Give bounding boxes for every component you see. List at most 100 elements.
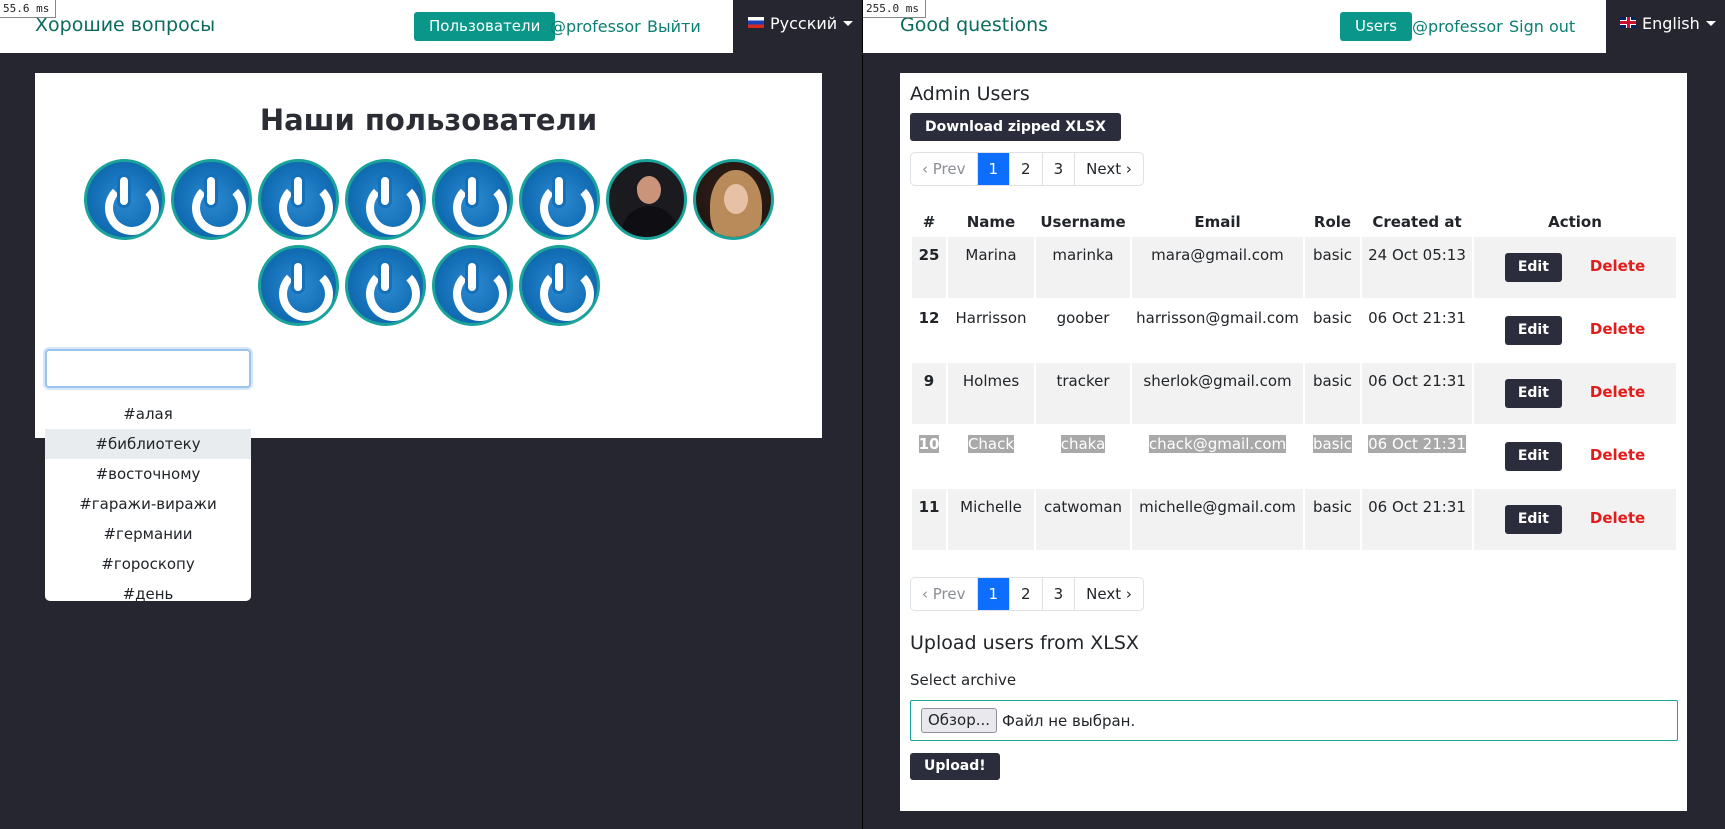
suggestion-item[interactable]: #день <box>45 579 251 601</box>
cell-created: 24 Oct 05:13 <box>1362 237 1472 298</box>
selected-text: 06 Oct 21:31 <box>1368 435 1466 453</box>
cell-action: Edit Delete <box>1474 300 1676 361</box>
selected-text: Chack <box>967 435 1015 453</box>
col-header-created: Created at <box>1372 213 1462 231</box>
avatar-power-icon[interactable] <box>257 245 339 326</box>
edit-button[interactable]: Edit <box>1504 379 1562 408</box>
nav-users-button[interactable]: Пользователи <box>414 12 556 41</box>
suggestion-item[interactable]: #германии <box>45 519 251 549</box>
pager-page-1[interactable]: 1 <box>977 153 1011 185</box>
pager-next[interactable]: Next › <box>1075 153 1143 185</box>
pager-page-3[interactable]: 3 <box>1043 578 1076 610</box>
language-dropdown[interactable]: Русский <box>733 0 862 53</box>
cell-username: tracker <box>1036 363 1130 424</box>
table-header-row: # Name Username Email Role Created at Ac… <box>912 209 1676 235</box>
pager-page-2[interactable]: 2 <box>1010 578 1043 610</box>
navbar: Good questions Users @professor Sign out… <box>863 0 1725 53</box>
delete-link[interactable]: Delete <box>1590 257 1645 275</box>
cell-email: michelle@gmail.com <box>1132 489 1303 550</box>
nav-logout-link[interactable]: Выйти <box>647 17 701 36</box>
avatar-photo-woman[interactable] <box>692 159 774 240</box>
cell-action: Edit Delete <box>1474 426 1676 487</box>
cell-role: basic <box>1305 489 1360 550</box>
table-row: 9 Holmes tracker sherlok@gmail.com basic… <box>912 363 1676 424</box>
col-header-action: Action <box>1548 213 1602 231</box>
nav-users-button[interactable]: Users <box>1340 12 1413 41</box>
caret-down-icon <box>843 21 854 26</box>
upload-title: Upload users from XLSX <box>910 632 1139 654</box>
edit-button[interactable]: Edit <box>1504 316 1562 345</box>
suggestion-item[interactable]: #алая <box>45 399 251 429</box>
navbar: Хорошие вопросы Пользователи @professor … <box>0 0 862 53</box>
tag-suggestions-dropdown: #алая #библиотеку #восточному #гаражи-ви… <box>45 399 251 601</box>
edit-button[interactable]: Edit <box>1504 442 1562 471</box>
pager-prev[interactable]: ‹ Prev <box>911 153 978 185</box>
upload-button[interactable]: Upload! <box>910 753 1000 780</box>
avatar-power-icon[interactable] <box>170 159 252 240</box>
pagination-top: ‹ Prev 1 2 3 Next › <box>910 152 1144 186</box>
pager-page-1[interactable]: 1 <box>977 578 1011 610</box>
avatar-photo-man[interactable] <box>605 159 687 240</box>
delete-link[interactable]: Delete <box>1590 509 1645 527</box>
brand-link[interactable]: Хорошие вопросы <box>35 14 215 36</box>
nav-profile-link[interactable]: @professor <box>1412 17 1503 36</box>
avatar-power-icon[interactable] <box>344 159 426 240</box>
browse-button[interactable]: Обзор... <box>921 708 998 733</box>
tag-search-input[interactable] <box>45 349 251 388</box>
avatar-power-icon[interactable] <box>257 159 339 240</box>
selected-text: basic <box>1313 435 1352 453</box>
table-row: 12 Harrisson goober harrisson@gmail.com … <box>912 300 1676 361</box>
edit-button[interactable]: Edit <box>1504 505 1562 534</box>
avatar-power-icon[interactable] <box>518 245 600 326</box>
cell-id: 11 <box>912 489 946 550</box>
file-status-text: Файл не выбран. <box>1002 712 1136 730</box>
col-header-id: # <box>922 213 936 231</box>
right-browser-pane: 255.0 ms Good questions Users @professor… <box>863 0 1725 829</box>
delete-link[interactable]: Delete <box>1590 446 1645 464</box>
admin-users-title: Admin Users <box>910 83 1030 105</box>
nav-logout-link[interactable]: Sign out <box>1509 17 1575 36</box>
col-header-email: Email <box>1194 213 1241 231</box>
col-header-name: Name <box>966 213 1016 231</box>
pager-page-2[interactable]: 2 <box>1010 153 1043 185</box>
language-label: Русский <box>770 14 838 33</box>
russia-flag-icon <box>748 17 764 28</box>
col-header-role: Role <box>1313 213 1352 231</box>
table-row: 11 Michelle catwoman michelle@gmail.com … <box>912 489 1676 550</box>
pager-next[interactable]: Next › <box>1075 578 1143 610</box>
pager-prev[interactable]: ‹ Prev <box>911 578 978 610</box>
cell-created: 06 Oct 21:31 <box>1362 426 1472 487</box>
selected-text: chaka <box>1060 435 1106 453</box>
left-browser-pane: 55.6 ms Хорошие вопросы Пользователи @pr… <box>0 0 862 829</box>
pagination-bottom: ‹ Prev 1 2 3 Next › <box>910 577 1144 611</box>
suggestion-item[interactable]: #гороскопу <box>45 549 251 579</box>
uk-flag-icon <box>1620 17 1636 28</box>
delete-link[interactable]: Delete <box>1590 383 1645 401</box>
language-dropdown[interactable]: English <box>1606 0 1725 53</box>
suggestion-item[interactable]: #гаражи-виражи <box>45 489 251 519</box>
admin-users-card: Admin Users Download zipped XLSX ‹ Prev … <box>900 73 1687 811</box>
nav-profile-link[interactable]: @professor <box>550 17 641 36</box>
avatar-power-icon[interactable] <box>518 159 600 240</box>
cell-name: Marina <box>948 237 1034 298</box>
suggestion-item[interactable]: #восточному <box>45 459 251 489</box>
avatar-power-icon[interactable] <box>431 159 513 240</box>
file-input[interactable]: Обзор... Файл не выбран. <box>910 700 1678 741</box>
col-header-username: Username <box>1040 213 1126 231</box>
edit-button[interactable]: Edit <box>1504 253 1562 282</box>
download-xlsx-button[interactable]: Download zipped XLSX <box>910 113 1121 141</box>
cell-role: basic <box>1305 426 1360 487</box>
suggestion-item[interactable]: #библиотеку <box>45 429 251 459</box>
cell-email: mara@gmail.com <box>1132 237 1303 298</box>
cell-email: chack@gmail.com <box>1132 426 1303 487</box>
table-row-selected: 10 Chack chaka chack@gmail.com basic 06 … <box>912 426 1676 487</box>
avatar-power-icon[interactable] <box>83 159 165 240</box>
cell-created: 06 Oct 21:31 <box>1362 363 1472 424</box>
avatar-power-icon[interactable] <box>344 245 426 326</box>
cell-email: harrisson@gmail.com <box>1132 300 1303 361</box>
cell-id: 9 <box>912 363 946 424</box>
avatar-power-icon[interactable] <box>431 245 513 326</box>
delete-link[interactable]: Delete <box>1590 320 1645 338</box>
pager-page-3[interactable]: 3 <box>1043 153 1076 185</box>
cell-created: 06 Oct 21:31 <box>1362 300 1472 361</box>
